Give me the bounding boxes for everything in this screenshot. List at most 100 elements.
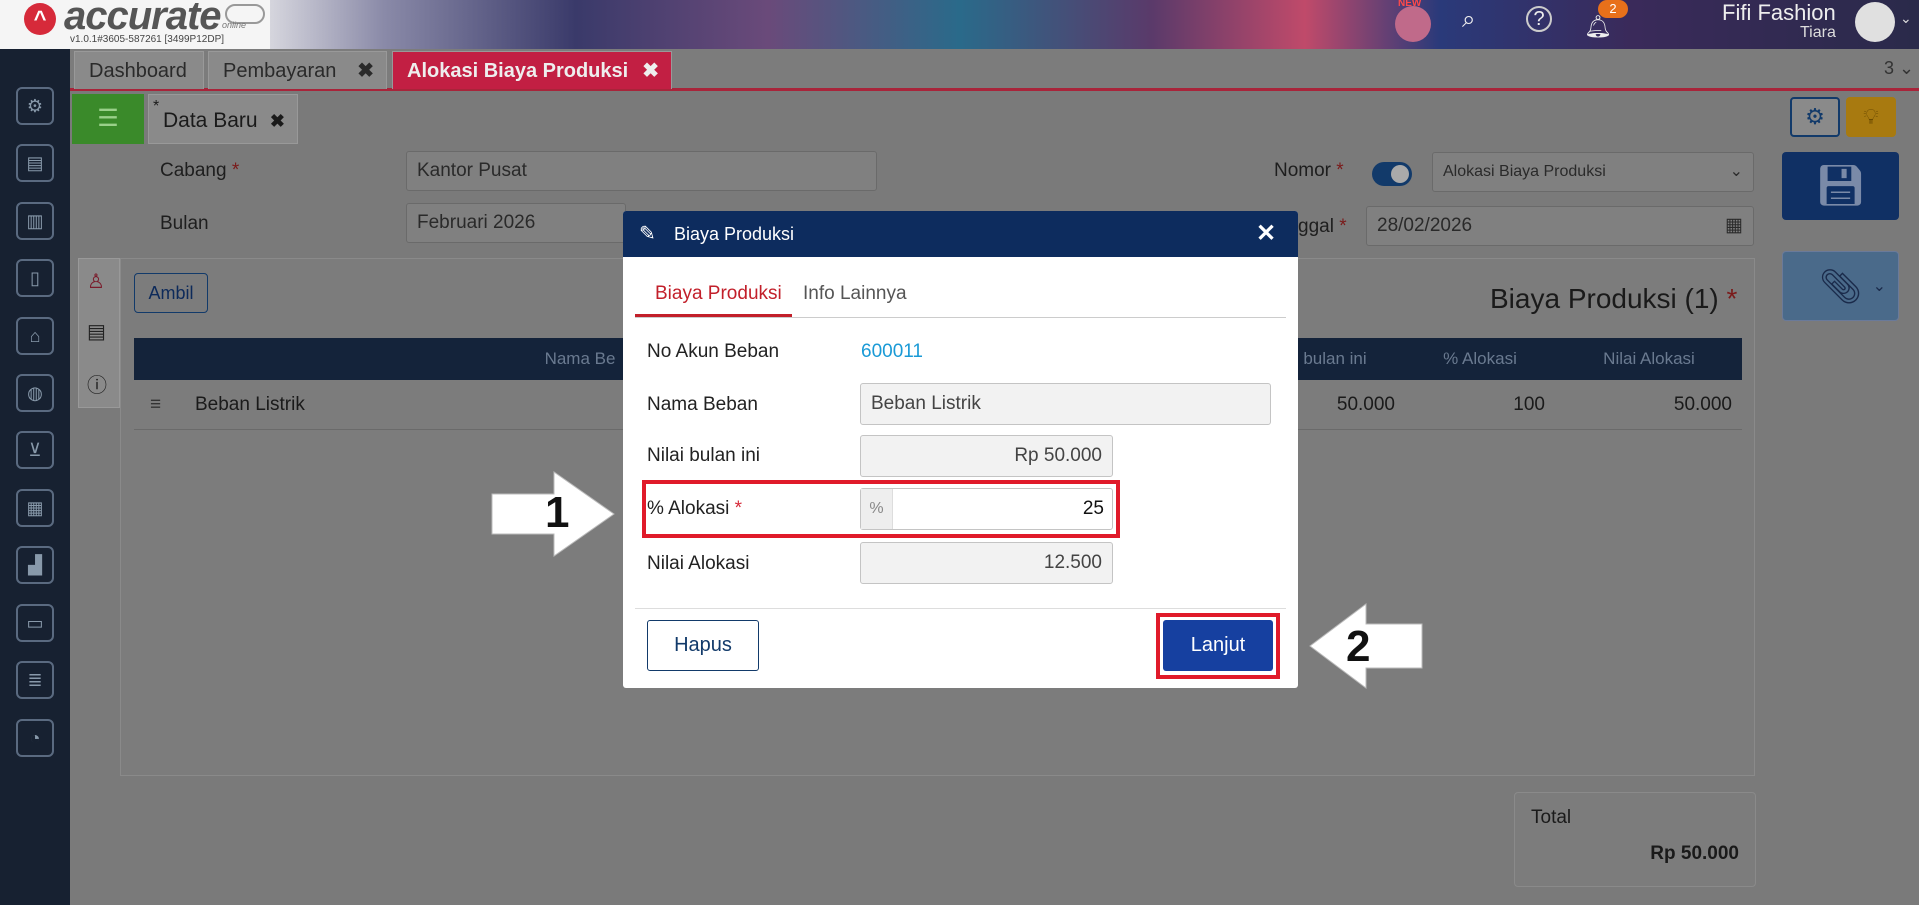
required-mark: * <box>231 160 240 181</box>
list-view-icon[interactable]: ☰ <box>72 94 144 144</box>
close-icon[interactable]: ✖ <box>357 52 374 90</box>
step-1-label: 1 <box>545 488 570 537</box>
save-button[interactable]: 💾︎ <box>1782 152 1899 220</box>
accurate-logo-icon: ^ <box>24 3 56 35</box>
nomor-toggle[interactable] <box>1372 162 1412 186</box>
tanggal-label: ggal * <box>1298 216 1347 238</box>
step-2-label: 2 <box>1346 622 1371 671</box>
close-icon[interactable]: ✖ <box>270 95 285 147</box>
required-mark: * <box>1339 216 1347 237</box>
search-icon[interactable]: ⌕ <box>1462 6 1475 34</box>
footer-divider <box>635 608 1286 609</box>
dialog-title: Biaya Produksi <box>674 224 795 244</box>
tab-info-lainnya[interactable]: Info Lainnya <box>803 279 907 317</box>
help-icon[interactable]: ? <box>1526 6 1552 32</box>
chevron-down-icon[interactable]: ⌄ <box>1900 10 1912 27</box>
biaya-produksi-dialog: ✎ Biaya Produksi ✕ Biaya Produksi Info L… <box>623 211 1298 688</box>
nilai-alokasi-label: Nilai Alokasi <box>647 553 750 574</box>
header-nama-beban[interactable]: Nama Be <box>520 338 640 380</box>
tab-biaya-produksi[interactable]: Biaya Produksi <box>635 279 792 317</box>
cart-icon[interactable]: ⊻ <box>16 431 54 469</box>
factory-icon[interactable]: ▟ <box>16 546 54 584</box>
nama-beban-label: Nama Beban <box>647 394 758 415</box>
cabang-label-text: Cabang <box>160 160 227 181</box>
money-bag-icon[interactable]: ◍ <box>16 374 54 412</box>
conveyor-icon[interactable]: ▭ <box>16 604 54 642</box>
subtab-data-baru[interactable]: * Data Baru ✖ <box>148 94 298 144</box>
report-chart-icon[interactable]: ◔ <box>16 719 54 757</box>
header-nilai-alokasi[interactable]: Nilai Alokasi <box>1556 338 1742 380</box>
cashier-icon[interactable]: ▤ <box>16 144 54 182</box>
bulan-label: Bulan <box>160 213 209 234</box>
settings-icon[interactable]: ⚙ <box>16 87 54 125</box>
no-akun-beban-link[interactable]: 600011 <box>861 341 923 363</box>
cabang-field[interactable]: Kantor Pusat <box>406 151 877 191</box>
brand-sub: online <box>222 20 247 30</box>
lightbulb-icon[interactable]: 💡︎ <box>1846 97 1896 137</box>
alokasi-input[interactable]: % 25 <box>860 488 1113 530</box>
app-version: v1.0.1#3605-587261 [3499P12DP] <box>70 34 225 45</box>
attach-button[interactable]: 📎︎ ⌄ <box>1782 251 1899 321</box>
cell-alokasi: 100 <box>1513 394 1545 415</box>
row-drag-handle-icon[interactable]: ≡ <box>150 380 161 430</box>
unsaved-marker: * <box>153 98 160 115</box>
close-icon[interactable]: ✖ <box>642 52 659 90</box>
dialog-header: ✎ Biaya Produksi ✕ <box>623 211 1298 257</box>
nomor-label-text: Nomor <box>1274 160 1332 181</box>
tab-alokasi-biaya-produksi[interactable]: Alokasi Biaya Produksi ✖ <box>392 51 672 89</box>
required-mark: * <box>734 498 743 519</box>
total-label: Total <box>1531 807 1572 828</box>
notification-count: 2 <box>1598 0 1628 18</box>
no-akun-beban-label: No Akun Beban <box>647 341 780 362</box>
alokasi-label-text: % Alokasi <box>647 498 730 519</box>
ambil-button[interactable]: Ambil <box>134 273 208 313</box>
cabang-label: Cabang * <box>160 160 239 182</box>
grid-title-text: Biaya Produksi (1) <box>1490 283 1719 314</box>
cell-nama-beban: Beban Listrik <box>195 394 305 415</box>
required-mark: * <box>1336 160 1344 181</box>
tax-icon[interactable]: ≣ <box>16 661 54 699</box>
nama-beban-field[interactable]: Beban Listrik <box>860 383 1271 425</box>
document-icon[interactable]: ▤ <box>87 319 106 344</box>
subtab-label: Data Baru <box>163 109 258 132</box>
floppy-disk-icon: 💾︎ <box>1815 164 1866 208</box>
chevron-down-icon: ⌄ <box>1872 278 1886 295</box>
pencil-icon: ✎ <box>639 223 656 245</box>
calendar-icon[interactable]: ▦ <box>1725 207 1743 245</box>
tab-count-dropdown[interactable]: 3 ⌄ <box>1884 58 1914 79</box>
header-alokasi[interactable]: % Alokasi <box>1405 338 1555 380</box>
percent-prefix: % <box>861 489 893 529</box>
hapus-button[interactable]: Hapus <box>647 620 759 671</box>
tab-divider <box>635 317 1286 318</box>
bulan-field[interactable]: Februari 2026 <box>406 203 626 243</box>
total-box: Total Rp 50.000 <box>1514 792 1756 887</box>
mascot-new-icon[interactable] <box>1395 6 1431 42</box>
new-badge: NEW <box>1398 0 1422 9</box>
bank-icon[interactable]: ⌂ <box>16 317 54 355</box>
nilai-bulan-ini-field: Rp 50.000 <box>860 435 1113 477</box>
gear-icon[interactable]: ⚙ <box>1790 97 1840 137</box>
nomor-select[interactable]: Alokasi Biaya Produksi ⌄ <box>1432 152 1754 192</box>
company-name[interactable]: Fifi Fashion <box>1722 0 1836 26</box>
tab-label: Alokasi Biaya Produksi <box>407 60 629 82</box>
close-icon[interactable]: ✕ <box>1256 211 1276 257</box>
avatar[interactable] <box>1855 2 1895 42</box>
cell-nilai-alokasi: 50.000 <box>1673 394 1732 415</box>
alokasi-label: % Alokasi * <box>647 498 742 520</box>
cost-item-icon[interactable]: ♙ <box>87 269 105 294</box>
tab-label: Pembayaran <box>223 60 337 82</box>
tab-pembayaran[interactable]: Pembayaran ✖ <box>208 51 387 89</box>
ledger-icon[interactable]: ▯ <box>16 259 54 297</box>
top-bar: ^ accurate online v1.0.1#3605-587261 [34… <box>0 0 1919 49</box>
tanggal-field[interactable]: 28/02/2026 ▦ <box>1366 206 1754 246</box>
info-icon[interactable]: ⓘ <box>87 369 107 398</box>
required-mark: * <box>1726 283 1738 314</box>
tanggal-value: 28/02/2026 <box>1377 215 1473 236</box>
lanjut-button[interactable]: Lanjut <box>1163 620 1273 671</box>
inventory-cart-icon[interactable]: ▦ <box>16 489 54 527</box>
detail-side-tabs: ♙ ▤ ⓘ <box>78 258 120 408</box>
sidebar: ⚙ ▤ ▥ ▯ ⌂ ◍ ⊻ ▦ ▟ ▭ ≣ ◔ <box>0 49 70 905</box>
tab-label: Dashboard <box>89 60 187 82</box>
building-icon[interactable]: ▥ <box>16 202 54 240</box>
tab-dashboard[interactable]: Dashboard <box>74 51 204 89</box>
